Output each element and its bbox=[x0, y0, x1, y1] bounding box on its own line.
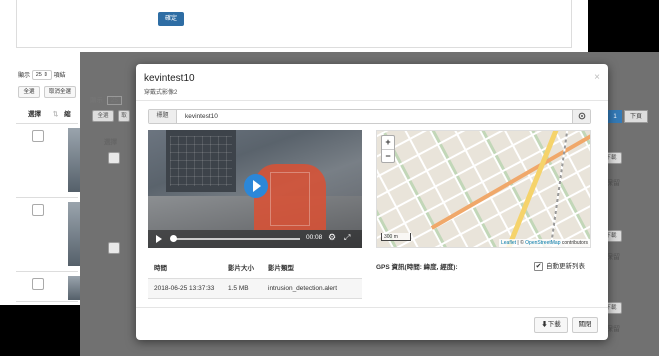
header-size: 影片大小 bbox=[228, 265, 254, 272]
edit-icon bbox=[578, 112, 585, 120]
show-select[interactable]: 25 ⇕ bbox=[31, 70, 52, 81]
title-field-group: 標題 kevintest10 bbox=[148, 109, 591, 124]
video-cabinet bbox=[270, 172, 310, 226]
footer-divider bbox=[136, 307, 608, 308]
confirm-button[interactable]: 確定 bbox=[158, 12, 184, 26]
play-icon[interactable] bbox=[156, 235, 162, 243]
col-select-header[interactable]: 選擇 bbox=[104, 136, 117, 146]
gps-map[interactable]: + − 300 m Leaflet | © OpenStreetMap cont… bbox=[376, 130, 591, 248]
row-keep-label: 保留 bbox=[606, 180, 620, 187]
video-time: 00:08 bbox=[306, 234, 323, 241]
auto-update-checkbox[interactable]: ✔ bbox=[534, 261, 543, 271]
cell-type: intrusion_detection.alert bbox=[268, 285, 338, 292]
info-table-header: 時間 影片大小 影片類型 bbox=[148, 259, 362, 279]
header-time: 時間 bbox=[154, 265, 167, 272]
screen: 確定 顯示 25 ⇕ 項結 全選 取消全選 選擇 ⇅ 縮 顯示 25 全選 取 … bbox=[0, 0, 659, 356]
next-page-button[interactable]: 下頁 bbox=[624, 110, 648, 123]
video-table: 選擇 ⇅ 縮 bbox=[16, 106, 80, 302]
row-checkbox[interactable] bbox=[108, 242, 120, 254]
seek-bar[interactable] bbox=[172, 238, 300, 240]
play-icon[interactable] bbox=[244, 174, 268, 198]
show-label: 顯示 bbox=[18, 73, 31, 79]
zoom-in-button[interactable]: + bbox=[382, 136, 394, 149]
row-keep-label: 保留 bbox=[606, 326, 620, 333]
edit-button[interactable] bbox=[572, 110, 590, 123]
show-label: 顯示 25 bbox=[90, 94, 123, 105]
row-thumbnail[interactable] bbox=[68, 128, 80, 192]
row-thumbnail[interactable] bbox=[68, 276, 80, 300]
deselect-all-button[interactable]: 取消全選 bbox=[44, 86, 76, 98]
video-info-table: 時間 影片大小 影片類型 2018-06-25 13:37:33 1.5 MB … bbox=[148, 259, 362, 299]
zoom-control: + − bbox=[381, 135, 395, 163]
select-all-button[interactable]: 全選 bbox=[18, 86, 40, 98]
select-all-button[interactable]: 全選 bbox=[92, 110, 114, 122]
auto-update-label: 自動更新列表 bbox=[546, 263, 585, 270]
map-scale: 300 m bbox=[381, 233, 411, 241]
fullscreen-icon[interactable]: ⤢ bbox=[344, 233, 350, 243]
header-divider bbox=[136, 100, 608, 101]
deselect-all-button[interactable]: 取 bbox=[118, 110, 130, 122]
modal-subtitle: 穿戴式影像2 bbox=[144, 90, 178, 96]
modal-title: kevintest10 bbox=[144, 73, 195, 84]
seek-handle[interactable] bbox=[170, 235, 177, 242]
table-row bbox=[16, 272, 80, 302]
header-type: 影片類型 bbox=[268, 265, 294, 272]
zoom-out-button[interactable]: − bbox=[382, 149, 394, 162]
title-input[interactable]: kevintest10 bbox=[185, 110, 218, 123]
video-controls: 00:08 ⚙ ⤢ bbox=[148, 230, 362, 248]
map-attribution: Leaflet | © OpenStreetMap contributors bbox=[499, 239, 590, 247]
settings-icon[interactable]: ⚙ bbox=[328, 232, 336, 243]
video-detail-modal: kevintest10 穿戴式影像2 × 標題 kevintest10 00:0… bbox=[136, 64, 608, 340]
row-checkbox[interactable] bbox=[108, 152, 120, 164]
show-entries: 顯示 25 ⇕ 項結 bbox=[18, 70, 66, 81]
row-thumbnail[interactable] bbox=[68, 202, 80, 266]
gps-info-label: GPS 資訊(時間: 緯度, 經度): bbox=[376, 264, 458, 271]
osm-link[interactable]: OpenStreetMap bbox=[525, 240, 560, 246]
cell-size: 1.5 MB bbox=[228, 285, 249, 292]
top-panel bbox=[16, 0, 572, 48]
leaflet-link[interactable]: Leaflet bbox=[501, 240, 516, 246]
table-row bbox=[16, 124, 80, 198]
download-button[interactable]: ⬇下載 bbox=[534, 317, 568, 333]
close-icon[interactable]: × bbox=[594, 72, 600, 83]
row-keep-label: 保留 bbox=[606, 254, 620, 261]
page-1-button[interactable]: 1 bbox=[608, 110, 622, 123]
row-checkbox[interactable] bbox=[32, 204, 44, 216]
sort-icon[interactable]: ⇅ bbox=[53, 111, 58, 118]
row-checkbox[interactable] bbox=[32, 278, 44, 290]
show-suffix: 項結 bbox=[53, 73, 66, 79]
video-window-grid bbox=[170, 136, 232, 186]
title-label: 標題 bbox=[149, 110, 177, 123]
row-checkbox[interactable] bbox=[32, 130, 44, 142]
auto-update-toggle[interactable]: ✔ 自動更新列表 bbox=[534, 260, 585, 271]
close-button[interactable]: 關閉 bbox=[572, 317, 598, 333]
cell-time: 2018-06-25 13:37:33 bbox=[154, 285, 215, 292]
col-select-header[interactable]: 選擇 ⇅ 縮 bbox=[16, 106, 78, 124]
table-row: 2018-06-25 13:37:33 1.5 MB intrusion_det… bbox=[148, 279, 362, 299]
table-row bbox=[16, 198, 80, 272]
video-player[interactable]: 00:08 ⚙ ⤢ bbox=[148, 130, 362, 248]
